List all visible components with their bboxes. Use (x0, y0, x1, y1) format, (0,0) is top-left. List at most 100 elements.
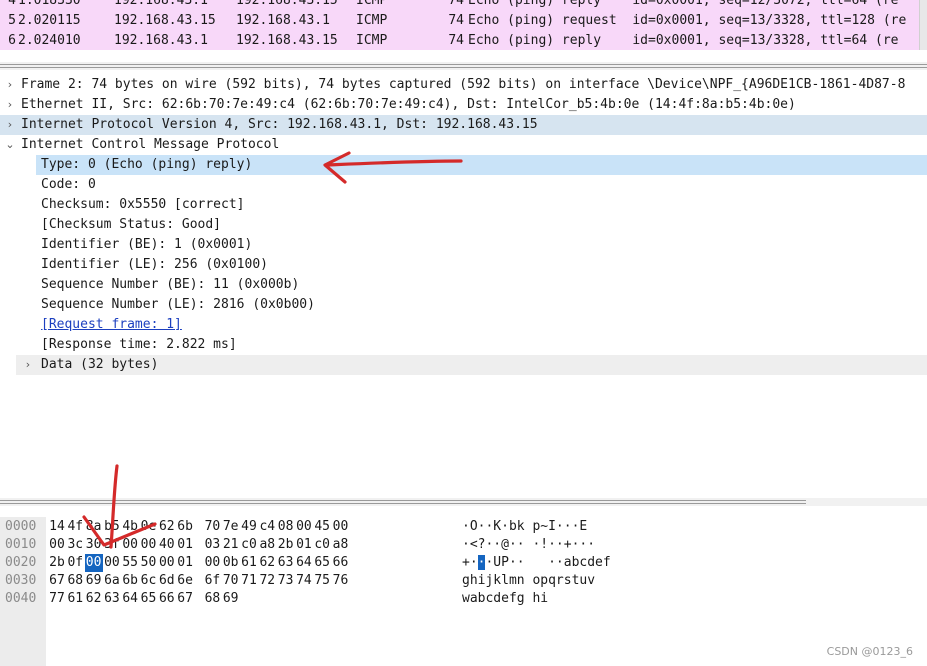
hex-byte[interactable]: 4b (121, 518, 139, 536)
hex-byte[interactable]: 77 (48, 590, 66, 608)
hex-byte[interactable]: 00 (84, 554, 103, 572)
hex-byte[interactable]: 00 (158, 554, 176, 572)
hex-byte[interactable]: 55 (121, 554, 139, 572)
hex-byte[interactable]: 65 (140, 590, 158, 608)
ascii-row[interactable]: +···UP·· ··abcdef (462, 554, 611, 572)
tree-item-ethernet[interactable]: › Ethernet II, Src: 62:6b:70:7e:49:c4 (6… (0, 95, 927, 115)
hex-byte[interactable]: 72 (258, 572, 276, 590)
hex-byte[interactable]: a8 (332, 536, 350, 554)
hex-byte[interactable]: 0b (222, 554, 240, 572)
chevron-down-icon[interactable]: ⌄ (4, 135, 16, 155)
hex-byte[interactable]: 50 (140, 554, 158, 572)
chevron-right-icon[interactable]: › (4, 75, 16, 95)
hex-byte[interactable]: 68 (203, 590, 221, 608)
ascii-row[interactable]: ·O··K·bk p~I···E (462, 518, 587, 536)
hex-byte[interactable]: 61 (66, 590, 84, 608)
hex-byte[interactable]: 21 (222, 536, 240, 554)
hex-byte[interactable]: 71 (240, 572, 258, 590)
hex-byte[interactable]: 62 (85, 590, 103, 608)
pane-splitter[interactable] (0, 62, 927, 70)
hex-byte[interactable]: 70 (203, 518, 221, 536)
hex-byte[interactable]: 3c (66, 536, 84, 554)
hex-byte[interactable]: 3f (103, 536, 121, 554)
hex-byte[interactable]: 70 (222, 572, 240, 590)
hex-byte[interactable]: 00 (103, 554, 121, 572)
hex-byte[interactable]: 63 (103, 590, 121, 608)
tree-item-checksum-status[interactable]: [Checksum Status: Good] (0, 215, 927, 235)
hex-byte[interactable]: b5 (103, 518, 121, 536)
tree-item-seq-be[interactable]: Sequence Number (BE): 11 (0x000b) (0, 275, 927, 295)
hex-byte[interactable]: 62 (258, 554, 276, 572)
tree-item-icmp-code[interactable]: Code: 0 (0, 175, 927, 195)
packet-row[interactable]: 4 1.018330 192.168.43.1 192.168.43.15 IC… (0, 0, 920, 11)
chevron-right-icon[interactable]: › (4, 115, 16, 135)
hex-byte[interactable]: 00 (121, 536, 139, 554)
hex-byte[interactable]: 00 (295, 518, 313, 536)
hex-byte[interactable]: 0e (140, 518, 158, 536)
hex-byte[interactable]: 69 (222, 590, 240, 608)
hex-byte[interactable]: 03 (203, 536, 221, 554)
hex-byte[interactable]: 30 (85, 536, 103, 554)
hex-byte[interactable]: c0 (313, 536, 331, 554)
hex-byte[interactable]: 14 (48, 518, 66, 536)
hex-byte[interactable]: a8 (258, 536, 276, 554)
hex-byte[interactable]: 00 (332, 518, 350, 536)
ascii-row[interactable]: ghijklmn opqrstuv (462, 572, 595, 590)
hex-byte[interactable]: 00 (203, 554, 221, 572)
hex-byte[interactable]: 6b (121, 572, 139, 590)
tree-item-icmp-type[interactable]: Type: 0 (Echo (ping) reply) (36, 155, 927, 175)
hex-byte[interactable]: 61 (240, 554, 258, 572)
tree-item-icmp[interactable]: ⌄ Internet Control Message Protocol (0, 135, 927, 155)
hex-byte[interactable]: c4 (258, 518, 276, 536)
tree-item-request-frame[interactable]: [Request frame: 1] (0, 315, 927, 335)
tree-item-checksum[interactable]: Checksum: 0x5550 [correct] (0, 195, 927, 215)
ascii-row[interactable]: ·<?··@·· ·!··+··· (462, 536, 595, 554)
hex-byte[interactable]: 68 (66, 572, 84, 590)
packet-row[interactable]: 6 2.024010 192.168.43.1 192.168.43.15 IC… (0, 31, 920, 50)
packet-list-scrollbar[interactable] (919, 0, 927, 50)
request-frame-link[interactable]: [Request frame: 1] (41, 315, 182, 335)
tree-item-identifier-be[interactable]: Identifier (BE): 1 (0x0001) (0, 235, 927, 255)
hex-byte[interactable]: 67 (176, 590, 194, 608)
chevron-right-icon[interactable]: › (4, 95, 16, 115)
hex-byte[interactable]: 6b (176, 518, 194, 536)
tree-item-data[interactable]: › Data (32 bytes) (16, 355, 927, 375)
tree-item-frame[interactable]: › Frame 2: 74 bytes on wire (592 bits), … (0, 75, 927, 95)
hex-byte[interactable]: 40 (158, 536, 176, 554)
ascii-row[interactable]: wabcdefg hi (462, 590, 548, 608)
hex-byte[interactable]: 6a (103, 572, 121, 590)
hex-byte[interactable]: 01 (176, 554, 194, 572)
tree-item-ip[interactable]: › Internet Protocol Version 4, Src: 192.… (0, 115, 927, 135)
hex-byte[interactable]: 76 (332, 572, 350, 590)
hex-byte[interactable]: 6e (176, 572, 194, 590)
tree-item-response-time[interactable]: [Response time: 2.822 ms] (0, 335, 927, 355)
hex-byte[interactable]: 8a (85, 518, 103, 536)
hex-byte[interactable]: 49 (240, 518, 258, 536)
hex-byte[interactable]: 2b (48, 554, 66, 572)
hex-byte[interactable]: 6f (203, 572, 221, 590)
hex-byte[interactable]: 6c (140, 572, 158, 590)
hex-byte[interactable]: 00 (140, 536, 158, 554)
chevron-right-icon[interactable]: › (22, 355, 34, 375)
hex-byte[interactable]: 7e (222, 518, 240, 536)
hex-byte[interactable]: 66 (332, 554, 350, 572)
hex-byte[interactable]: 74 (295, 572, 313, 590)
hex-byte[interactable]: 65 (313, 554, 331, 572)
hex-byte[interactable]: 66 (158, 590, 176, 608)
hex-byte[interactable]: 73 (277, 572, 295, 590)
hex-byte[interactable]: 64 (121, 590, 139, 608)
hex-byte[interactable]: 01 (295, 536, 313, 554)
hex-byte[interactable]: 00 (48, 536, 66, 554)
hex-byte[interactable]: 63 (277, 554, 295, 572)
hex-byte[interactable]: 4f (66, 518, 84, 536)
hex-byte[interactable]: 01 (176, 536, 194, 554)
hex-byte[interactable]: 08 (277, 518, 295, 536)
hex-byte[interactable]: 6d (158, 572, 176, 590)
hex-byte[interactable]: 2b (277, 536, 295, 554)
packet-row[interactable]: 5 2.020115 192.168.43.15 192.168.43.1 IC… (0, 11, 920, 31)
tree-item-identifier-le[interactable]: Identifier (LE): 256 (0x0100) (0, 255, 927, 275)
hex-byte[interactable]: 75 (313, 572, 331, 590)
hex-byte[interactable]: 62 (158, 518, 176, 536)
pane-splitter[interactable] (0, 498, 927, 506)
hex-byte[interactable]: 0f (66, 554, 84, 572)
